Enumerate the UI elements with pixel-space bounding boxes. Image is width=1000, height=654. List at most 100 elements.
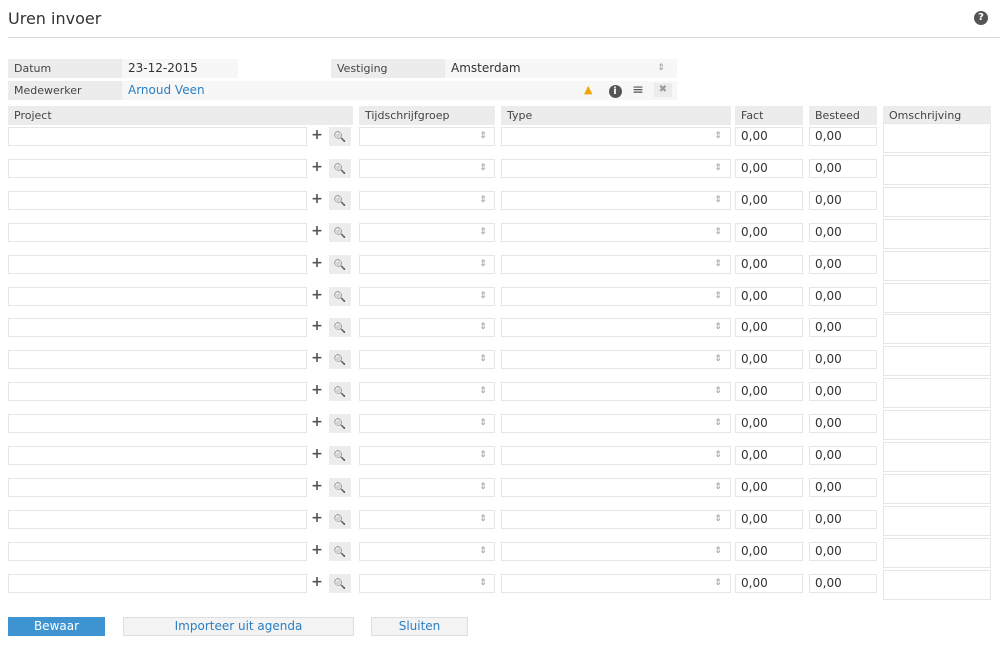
project-input[interactable] xyxy=(8,222,307,242)
search-project-button[interactable]: 🔍 xyxy=(329,573,351,593)
omschrijving-input[interactable] xyxy=(883,442,991,472)
omschrijving-input[interactable] xyxy=(883,186,991,217)
search-project-button[interactable]: 🔍 xyxy=(329,509,351,529)
search-project-button[interactable]: 🔍 xyxy=(329,286,351,306)
type-select[interactable] xyxy=(501,446,731,465)
fact-input[interactable]: 0,00 xyxy=(735,541,803,561)
search-project-button[interactable]: 🔍 xyxy=(329,414,351,434)
search-project-button[interactable]: 🔍 xyxy=(329,446,351,465)
close-icon[interactable]: ✖ xyxy=(654,83,672,97)
omschrijving-input[interactable] xyxy=(883,410,991,441)
add-project-icon[interactable]: + xyxy=(310,127,324,146)
search-project-button[interactable]: 🔍 xyxy=(329,477,351,497)
omschrijving-input[interactable] xyxy=(883,314,991,345)
medewerker-link[interactable]: Arnoud Veen xyxy=(128,83,205,97)
besteed-input[interactable]: 0,00 xyxy=(809,158,877,178)
project-input[interactable] xyxy=(8,127,307,146)
menu-icon[interactable]: ≡ xyxy=(631,83,645,97)
omschrijving-input[interactable] xyxy=(883,378,991,409)
project-input[interactable] xyxy=(8,382,307,402)
type-select[interactable] xyxy=(501,222,731,242)
type-select[interactable] xyxy=(501,286,731,306)
add-project-icon[interactable]: + xyxy=(310,318,324,337)
type-select[interactable] xyxy=(501,318,731,338)
search-project-button[interactable]: 🔍 xyxy=(329,190,351,210)
omschrijving-input[interactable] xyxy=(883,537,991,568)
project-input[interactable] xyxy=(8,509,307,529)
add-project-icon[interactable]: + xyxy=(310,191,324,210)
besteed-input[interactable]: 0,00 xyxy=(809,446,877,465)
fact-input[interactable]: 0,00 xyxy=(735,446,803,465)
project-input[interactable] xyxy=(8,573,307,593)
type-select[interactable] xyxy=(501,158,731,178)
besteed-input[interactable]: 0,00 xyxy=(809,318,877,338)
project-input[interactable] xyxy=(8,414,307,434)
type-select[interactable] xyxy=(501,477,731,497)
omschrijving-input[interactable] xyxy=(883,250,991,281)
omschrijving-input[interactable] xyxy=(883,282,991,313)
help-icon[interactable]: ? xyxy=(974,11,988,25)
omschrijving-input[interactable] xyxy=(883,346,991,377)
add-project-icon[interactable]: + xyxy=(310,255,324,274)
add-project-icon[interactable]: + xyxy=(310,350,324,369)
fact-input[interactable]: 0,00 xyxy=(735,127,803,146)
besteed-input[interactable]: 0,00 xyxy=(809,222,877,242)
fact-input[interactable]: 0,00 xyxy=(735,318,803,338)
search-project-button[interactable]: 🔍 xyxy=(329,127,351,146)
omschrijving-input[interactable] xyxy=(883,569,991,600)
project-input[interactable] xyxy=(8,350,307,370)
save-button[interactable]: Bewaar xyxy=(8,617,105,636)
fact-input[interactable]: 0,00 xyxy=(735,414,803,434)
warning-icon[interactable]: ▲ xyxy=(584,83,592,97)
type-select[interactable] xyxy=(501,382,731,402)
project-input[interactable] xyxy=(8,190,307,210)
besteed-input[interactable]: 0,00 xyxy=(809,190,877,210)
omschrijving-input[interactable] xyxy=(883,473,991,504)
search-project-button[interactable]: 🔍 xyxy=(329,541,351,561)
fact-input[interactable]: 0,00 xyxy=(735,573,803,593)
add-project-icon[interactable]: + xyxy=(310,223,324,242)
type-select[interactable] xyxy=(501,254,731,274)
fact-input[interactable]: 0,00 xyxy=(735,158,803,178)
add-project-icon[interactable]: + xyxy=(310,446,324,465)
add-project-icon[interactable]: + xyxy=(310,478,324,497)
add-project-icon[interactable]: + xyxy=(310,159,324,178)
fact-input[interactable]: 0,00 xyxy=(735,190,803,210)
project-input[interactable] xyxy=(8,254,307,274)
project-input[interactable] xyxy=(8,477,307,497)
besteed-input[interactable]: 0,00 xyxy=(809,127,877,146)
search-project-button[interactable]: 🔍 xyxy=(329,382,351,402)
besteed-input[interactable]: 0,00 xyxy=(809,414,877,434)
fact-input[interactable]: 0,00 xyxy=(735,382,803,402)
besteed-input[interactable]: 0,00 xyxy=(809,382,877,402)
add-project-icon[interactable]: + xyxy=(310,510,324,529)
type-select[interactable] xyxy=(501,573,731,593)
besteed-input[interactable]: 0,00 xyxy=(809,286,877,306)
besteed-input[interactable]: 0,00 xyxy=(809,541,877,561)
type-select[interactable] xyxy=(501,414,731,434)
besteed-input[interactable]: 0,00 xyxy=(809,573,877,593)
besteed-input[interactable]: 0,00 xyxy=(809,477,877,497)
search-project-button[interactable]: 🔍 xyxy=(329,158,351,178)
medewerker-field[interactable]: Arnoud Veen xyxy=(122,81,677,100)
search-project-button[interactable]: 🔍 xyxy=(329,350,351,370)
type-select[interactable] xyxy=(501,127,731,146)
search-project-button[interactable]: 🔍 xyxy=(329,318,351,338)
datum-field[interactable]: 23-12-2015 xyxy=(122,59,238,78)
project-input[interactable] xyxy=(8,158,307,178)
type-select[interactable] xyxy=(501,190,731,210)
project-input[interactable] xyxy=(8,541,307,561)
besteed-input[interactable]: 0,00 xyxy=(809,254,877,274)
fact-input[interactable]: 0,00 xyxy=(735,350,803,370)
search-project-button[interactable]: 🔍 xyxy=(329,254,351,274)
project-input[interactable] xyxy=(8,318,307,338)
info-icon[interactable]: i xyxy=(608,83,622,98)
type-select[interactable] xyxy=(501,350,731,370)
omschrijving-input[interactable] xyxy=(883,123,991,153)
fact-input[interactable]: 0,00 xyxy=(735,286,803,306)
add-project-icon[interactable]: + xyxy=(310,382,324,401)
fact-input[interactable]: 0,00 xyxy=(735,509,803,529)
omschrijving-input[interactable] xyxy=(883,505,991,536)
close-button[interactable]: Sluiten xyxy=(371,617,468,636)
type-select[interactable] xyxy=(501,509,731,529)
